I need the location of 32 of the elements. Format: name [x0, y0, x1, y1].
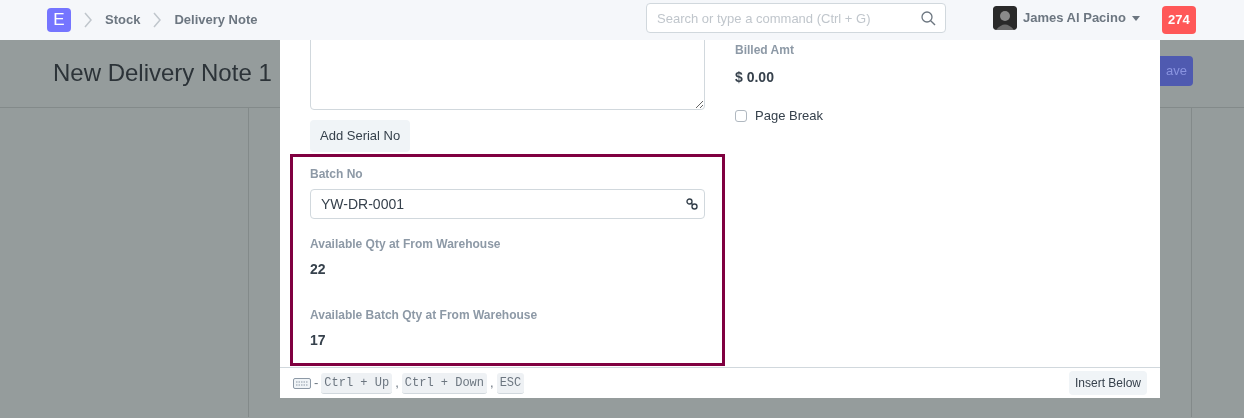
field-label: Available Batch Qty at From Warehouse [310, 306, 539, 324]
batch-field[interactable]: YW-DR-0001 [310, 188, 705, 219]
separator: - [314, 374, 319, 393]
field-value: 17 [310, 330, 327, 350]
field-value: 22 [310, 259, 327, 279]
field-label: Available Qty at From Warehouse [310, 235, 502, 253]
field-value: $ 0.00 [735, 68, 775, 87]
separator: , [395, 374, 399, 393]
separator: , [490, 374, 494, 393]
chevron-icon [152, 12, 163, 28]
chevron-icon [83, 12, 93, 28]
shortcut-key: ESC [496, 372, 525, 394]
shortcut-key: Ctrl + Down [401, 372, 487, 394]
caret-icon[interactable] [1131, 15, 1140, 21]
breadcrumb-link[interactable]: Stock [105, 10, 141, 30]
checkbox-label: Page Break [755, 107, 823, 125]
page-title: New Delivery Note 1 [53, 59, 272, 88]
breadcrumb-link[interactable]: Delivery Note [174, 10, 258, 30]
field-label: Batch No [310, 165, 364, 183]
avatar[interactable] [993, 6, 1017, 30]
shortcut-key: Ctrl + Up [321, 372, 393, 394]
search-field[interactable]: Search or type a command (Ctrl + G) [647, 4, 945, 32]
field-label: Billed Amt [735, 42, 795, 59]
notification-count[interactable]: 274 [1162, 6, 1196, 34]
insert-below-button[interactable]: Insert Below [1068, 371, 1147, 395]
search-icon [921, 11, 936, 26]
app-logo[interactable]: E [47, 8, 71, 32]
keyboard-icon [293, 377, 311, 389]
link-icon[interactable] [686, 197, 698, 210]
checkbox[interactable] [735, 109, 747, 122]
user-menu[interactable]: James Al Pacino [1023, 8, 1126, 28]
add-serial-button[interactable]: Add Serial No [310, 120, 411, 152]
